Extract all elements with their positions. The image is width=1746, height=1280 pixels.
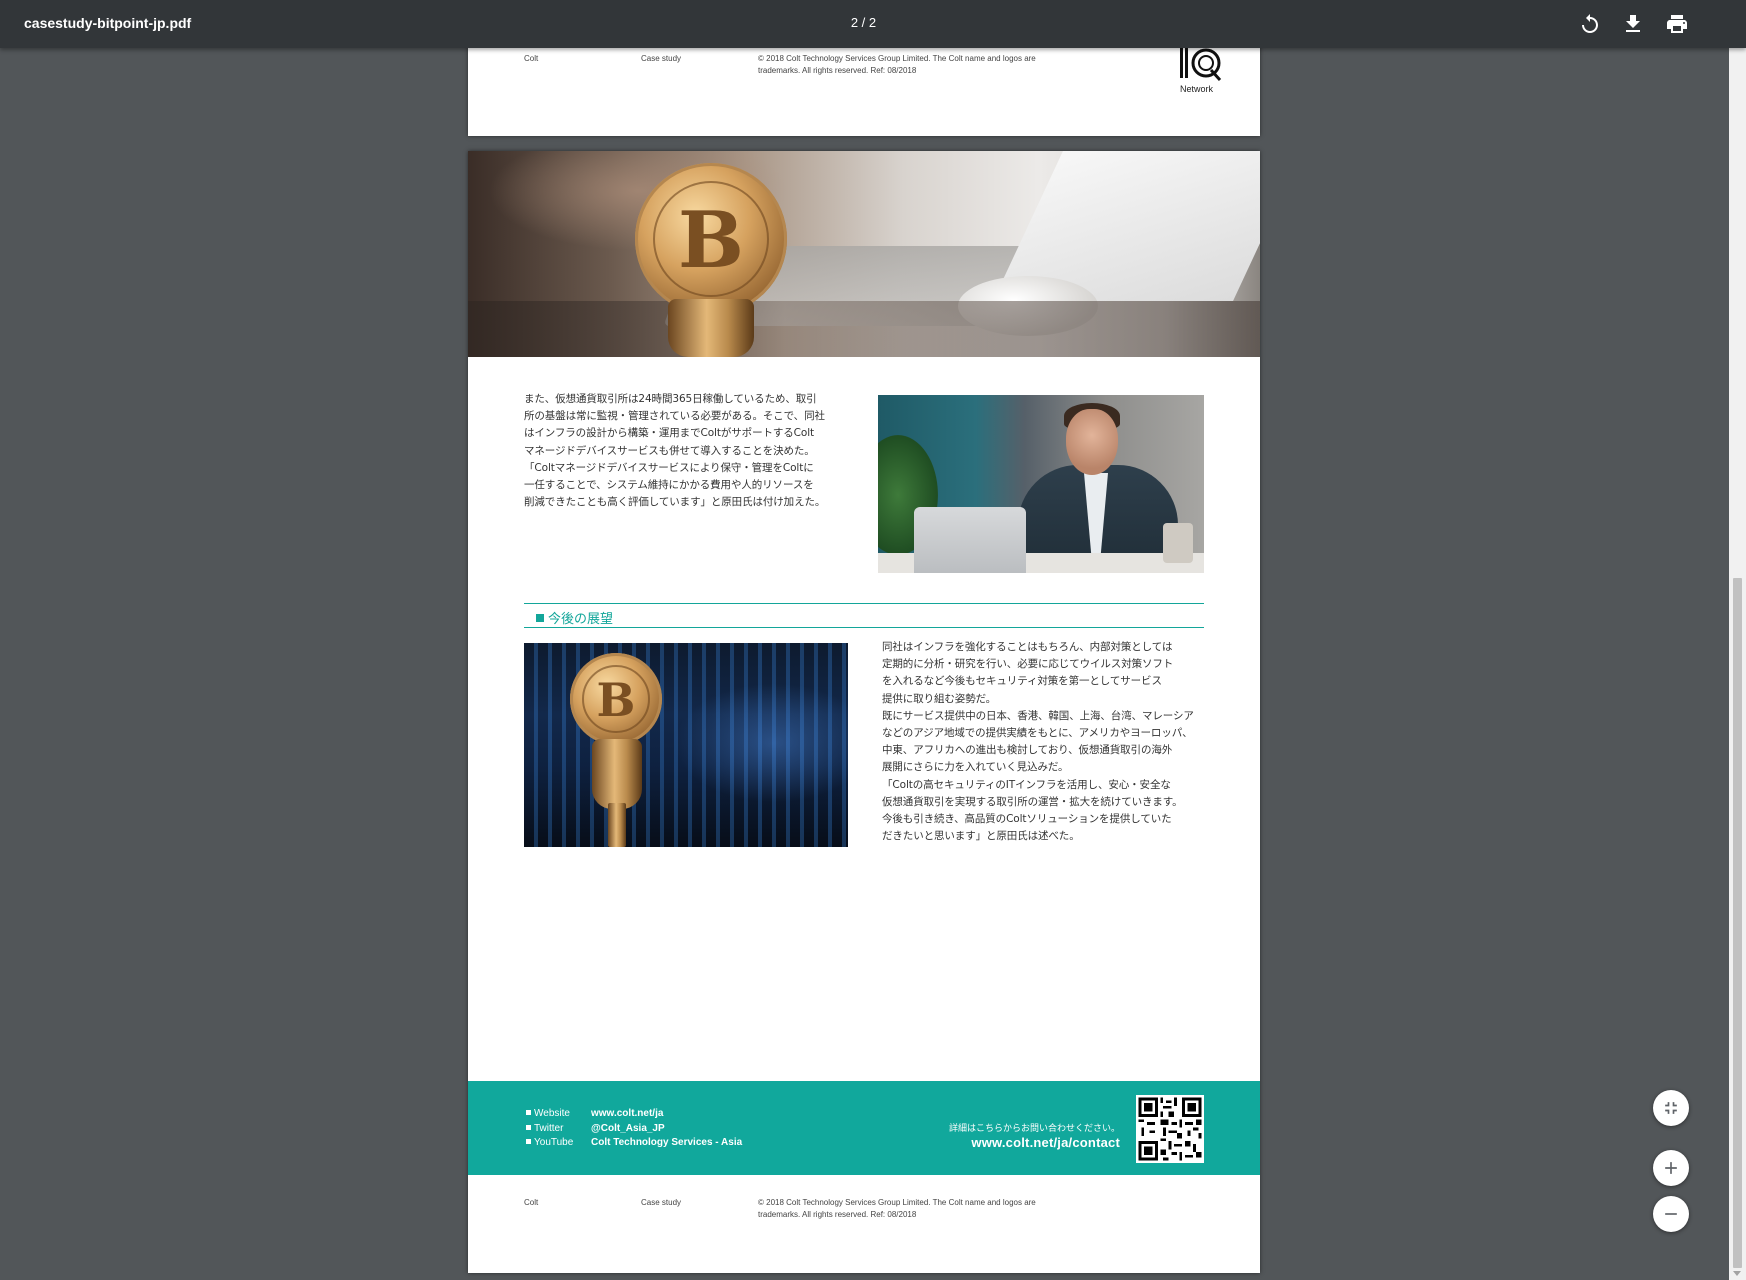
- section-rule-bottom: [524, 627, 1204, 628]
- vertical-scrollbar[interactable]: [1729, 0, 1746, 1280]
- section-heading: 今後の展望: [536, 608, 613, 627]
- logo-network-label: Network: [1180, 84, 1214, 94]
- pdf-page-2: B また、仮想通貨取引所は24時間365日稼働しているため、取引 所の基盤は常に…: [468, 151, 1260, 1273]
- contact-band: Website www.colt.net/ja Twitter @Colt_As…: [468, 1081, 1260, 1175]
- bitcoin-coin-icon-2: B: [570, 653, 662, 745]
- fit-to-page-button[interactable]: [1653, 1090, 1689, 1126]
- download-button[interactable]: [1621, 12, 1645, 36]
- square-bullet-icon: [526, 1139, 531, 1144]
- square-bullet-icon: [526, 1110, 531, 1115]
- zoom-out-button[interactable]: [1653, 1196, 1689, 1232]
- twitter-link[interactable]: @Colt_Asia_JP: [591, 1122, 665, 1137]
- print-button[interactable]: [1665, 12, 1689, 36]
- footer-doc-type: Case study: [641, 1198, 682, 1207]
- footer-copyright: © 2018 Colt Technology Services Group Li…: [758, 1198, 1036, 1219]
- body-paragraph-1: また、仮想通貨取引所は24時間365日稼働しているため、取引 所の基盤は常に監視…: [524, 393, 826, 509]
- plus-icon: [1665, 1162, 1677, 1174]
- page-indicator: 2 / 2: [850, 15, 877, 30]
- contact-note: 詳細はこちらからお問い合わせください。: [948, 1124, 1120, 1134]
- square-bullet-icon: [526, 1124, 531, 1130]
- bitcoin-chart-photo: B: [524, 643, 848, 847]
- colt-iq-network-logo: Network: [1180, 40, 1228, 96]
- zoom-in-button[interactable]: [1653, 1150, 1689, 1186]
- scroll-down-arrow-icon[interactable]: [1733, 1271, 1741, 1276]
- website-link[interactable]: www.colt.net/ja: [591, 1107, 663, 1122]
- qr-code: [1136, 1095, 1204, 1163]
- hero-bitcoin-image: B: [468, 151, 1260, 357]
- scroll-thumb[interactable]: [1733, 578, 1742, 1268]
- body-paragraph-2: 同社はインフラを強化することはもちろん、内部対策としては 定期的に分析・研究を行…: [882, 641, 1194, 843]
- rotate-icon: [1582, 14, 1598, 33]
- fit-page-icon: [1665, 1102, 1677, 1114]
- section-rule-top: [524, 603, 1204, 604]
- footer-doc-type: Case study: [641, 54, 682, 63]
- square-bullet-icon: [536, 614, 544, 622]
- print-icon: [1667, 15, 1687, 33]
- rotate-button[interactable]: [1578, 12, 1602, 36]
- download-icon: [1626, 15, 1640, 32]
- bitcoin-coin-icon: B: [635, 163, 787, 315]
- footer-brand: Colt: [524, 1198, 539, 1207]
- pdf-toolbar: casestudy-bitpoint-jp.pdf 2 / 2: [0, 0, 1746, 48]
- qr-code-icon: [1136, 1095, 1204, 1163]
- contact-url-link[interactable]: www.colt.net/ja/contact: [971, 1135, 1120, 1150]
- footer-copyright: © 2018 Colt Technology Services Group Li…: [758, 54, 1036, 75]
- pdf-page-1: Colt Case study © 2018 Colt Technology S…: [468, 40, 1260, 136]
- businessman-laptop-photo: [878, 395, 1204, 573]
- minus-icon: [1665, 1213, 1677, 1215]
- youtube-link[interactable]: Colt Technology Services - Asia: [591, 1136, 742, 1151]
- footer-brand: Colt: [524, 54, 539, 63]
